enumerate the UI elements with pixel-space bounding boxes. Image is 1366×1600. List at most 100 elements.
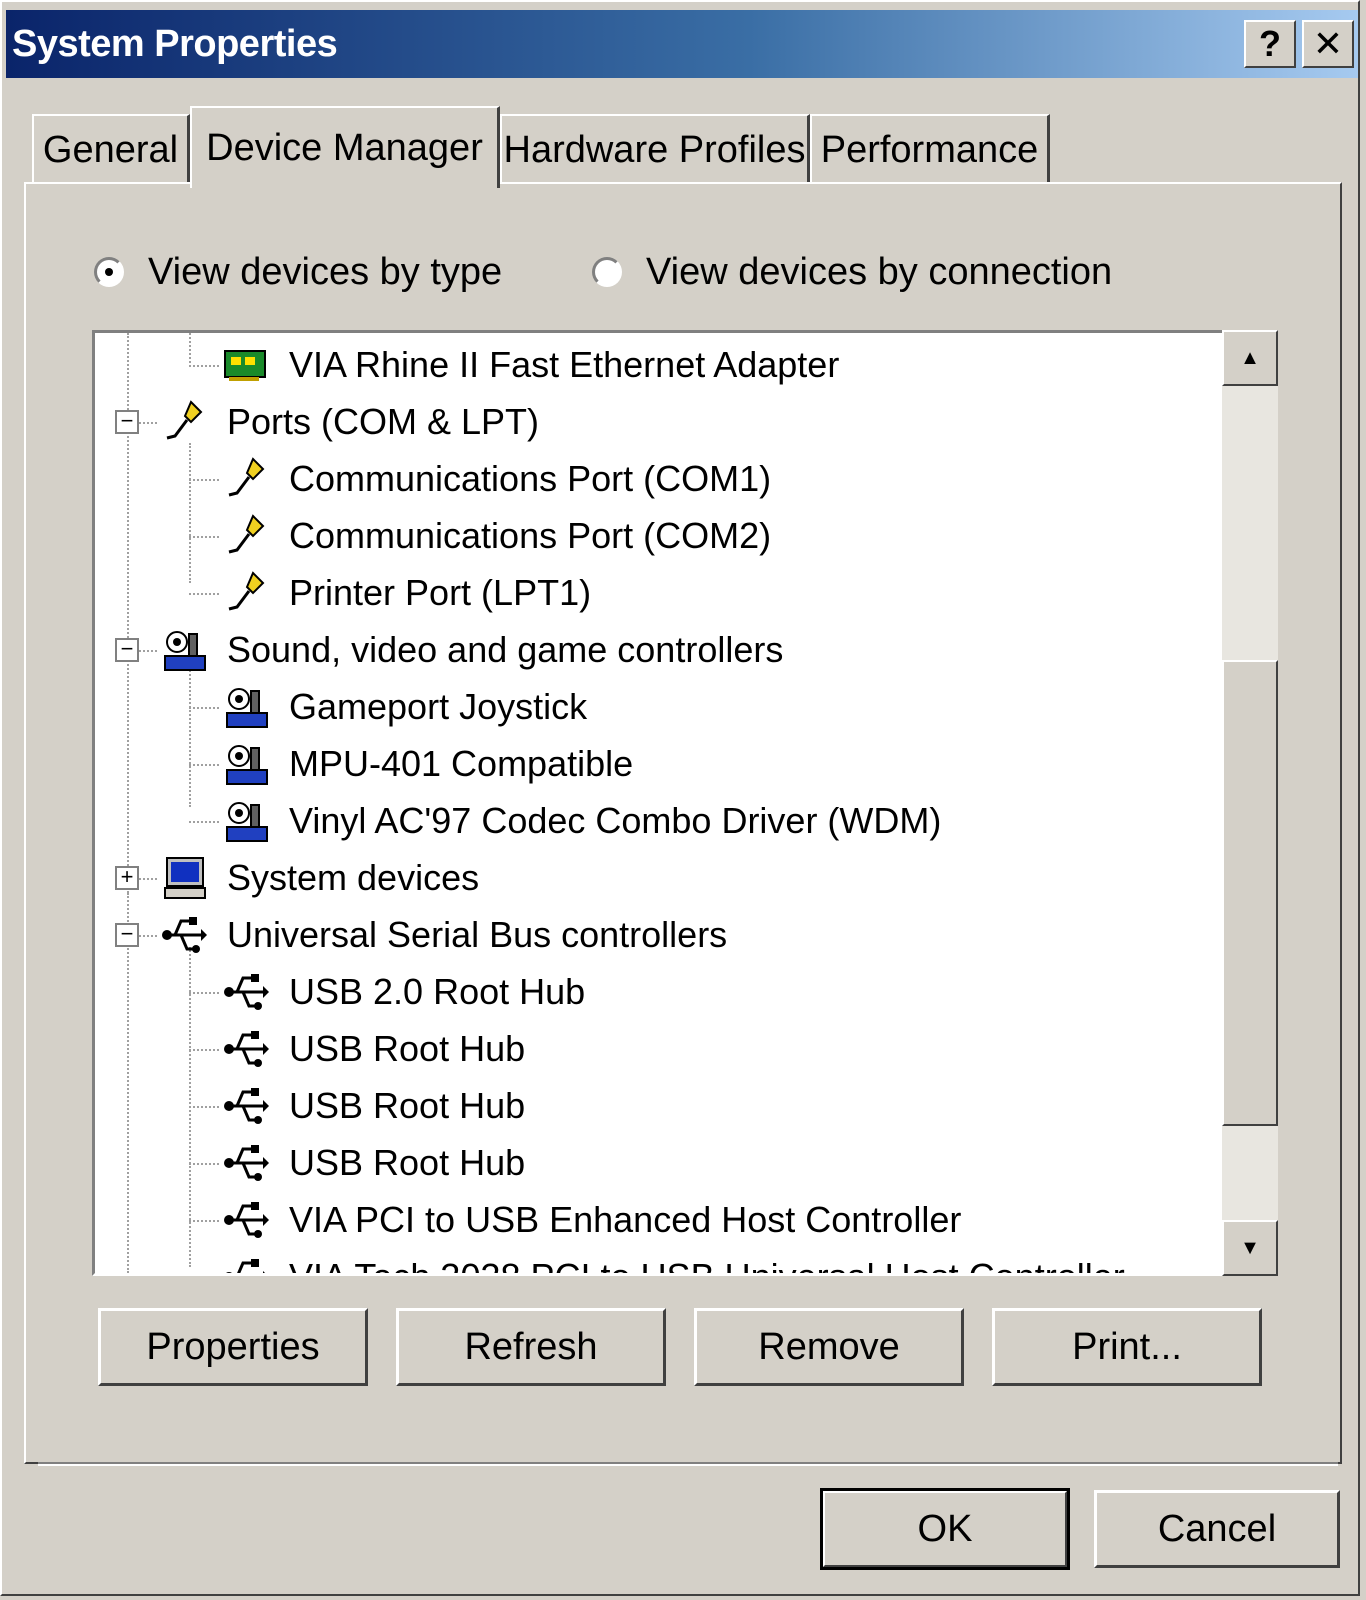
- tree-item-label: Ports (COM & LPT): [227, 401, 540, 442]
- tree-scrollbar[interactable]: ▲ ▼: [1222, 330, 1278, 1276]
- usb-icon: [223, 968, 271, 1016]
- expand-icon[interactable]: +: [115, 866, 139, 890]
- tree-device-row[interactable]: VIA Tech 3038 PCI to USB Universal Host …: [223, 1249, 1125, 1273]
- cancel-button[interactable]: Cancel: [1094, 1490, 1340, 1568]
- sound-controller-icon: [223, 683, 271, 731]
- view-by-connection-label: View devices by connection: [646, 250, 1113, 293]
- tree-device-row[interactable]: USB Root Hub: [223, 1135, 525, 1191]
- tree-device-row[interactable]: MPU-401 Compatible: [223, 736, 633, 792]
- port-plug-icon: [223, 512, 271, 560]
- port-plug-icon: [223, 569, 271, 617]
- tree-device-row[interactable]: Communications Port (COM1): [223, 451, 771, 507]
- tree-connector-line: [189, 593, 219, 595]
- collapse-icon[interactable]: −: [115, 410, 139, 434]
- tab-performance[interactable]: Performance: [810, 114, 1050, 184]
- tab-general-label: General: [42, 128, 179, 171]
- system-properties-window: System Properties ? ✕ General Device Man…: [0, 0, 1360, 1596]
- ok-button[interactable]: OK: [820, 1488, 1070, 1570]
- tree-item-label: Vinyl AC'97 Codec Combo Driver (WDM): [289, 800, 942, 841]
- tree-item-label: VIA Rhine II Fast Ethernet Adapter: [289, 344, 840, 385]
- tree-item-label: Printer Port (LPT1): [289, 572, 592, 613]
- sound-controller-icon: [223, 740, 271, 788]
- view-by-type-radio[interactable]: [94, 257, 124, 287]
- tree-item-label: Communications Port (COM1): [289, 458, 772, 499]
- view-by-type-option[interactable]: View devices by type: [94, 246, 502, 298]
- usb-icon: [223, 1139, 271, 1187]
- device-tree[interactable]: VIA Rhine II Fast Ethernet Adapter Ports …: [92, 330, 1278, 1276]
- usb-icon: [223, 1196, 271, 1244]
- view-by-connection-radio[interactable]: [592, 257, 622, 287]
- tree-device-row[interactable]: USB Root Hub: [223, 1021, 525, 1077]
- tab-general[interactable]: General: [32, 114, 190, 184]
- usb-icon: [161, 911, 209, 959]
- tab-device-manager-label: Device Manager: [206, 126, 483, 169]
- tree-item-label: USB Root Hub: [289, 1142, 526, 1183]
- tree-connector-line: [189, 479, 219, 481]
- tree-connector-line: [189, 1106, 219, 1108]
- tree-category-row[interactable]: System devices: [161, 850, 479, 906]
- help-button[interactable]: ?: [1244, 20, 1296, 68]
- tree-device-row[interactable]: Gameport Joystick: [223, 679, 587, 735]
- tree-item-label: USB Root Hub: [289, 1028, 526, 1069]
- tree-device-row[interactable]: VIA Rhine II Fast Ethernet Adapter: [223, 337, 839, 393]
- tree-item-label: Communications Port (COM2): [289, 515, 772, 556]
- tree-device-row[interactable]: USB 2.0 Root Hub: [223, 964, 585, 1020]
- tree-item-label: VIA Tech 3038 PCI to USB Universal Host …: [289, 1256, 1125, 1273]
- tree-connector-line: [189, 1220, 219, 1222]
- usb-icon: [223, 1025, 271, 1073]
- collapse-icon[interactable]: −: [115, 638, 139, 662]
- refresh-button[interactable]: Refresh: [396, 1308, 666, 1386]
- tree-connector-line: [189, 992, 219, 994]
- close-button[interactable]: ✕: [1302, 20, 1354, 68]
- tree-device-row[interactable]: Printer Port (LPT1): [223, 565, 591, 621]
- network-adapter-icon: [223, 341, 271, 389]
- tree-connector-line: [189, 1049, 219, 1051]
- window-title: System Properties: [12, 22, 338, 65]
- scroll-up-button[interactable]: ▲: [1222, 330, 1278, 386]
- tab-hardware-profiles[interactable]: Hardware Profiles: [500, 114, 810, 184]
- tree-item-label: USB Root Hub: [289, 1085, 526, 1126]
- tree-connector-line: [189, 667, 191, 807]
- tree-connector-line: [189, 707, 219, 709]
- tree-item-label: Universal Serial Bus controllers: [227, 914, 728, 955]
- tree-connector-line: [189, 764, 219, 766]
- properties-button[interactable]: Properties: [98, 1308, 368, 1386]
- collapse-icon[interactable]: −: [115, 923, 139, 947]
- tree-connector-line: [189, 821, 219, 823]
- tree-category-row[interactable]: Universal Serial Bus controllers: [161, 907, 727, 963]
- tree-device-row[interactable]: VIA PCI to USB Enhanced Host Controller: [223, 1192, 961, 1248]
- sound-controller-icon: [223, 797, 271, 845]
- tree-category-row[interactable]: Ports (COM & LPT): [161, 394, 539, 450]
- tab-device-manager[interactable]: Device Manager: [190, 106, 500, 188]
- tree-item-label: MPU-401 Compatible: [289, 743, 634, 784]
- tab-performance-label: Performance: [820, 128, 1039, 171]
- tree-device-row[interactable]: Vinyl AC'97 Codec Combo Driver (WDM): [223, 793, 941, 849]
- scroll-down-button[interactable]: ▼: [1222, 1220, 1278, 1276]
- port-plug-icon: [161, 398, 209, 446]
- tree-item-label: System devices: [227, 857, 480, 898]
- tree-category-row[interactable]: Sound, video and game controllers: [161, 622, 783, 678]
- view-by-type-label: View devices by type: [148, 250, 503, 293]
- tree-device-row[interactable]: USB Root Hub: [223, 1078, 525, 1134]
- view-by-connection-option[interactable]: View devices by connection: [592, 246, 1112, 298]
- remove-button[interactable]: Remove: [694, 1308, 964, 1386]
- print-button[interactable]: Print...: [992, 1308, 1262, 1386]
- tree-connector-line: [189, 536, 219, 538]
- usb-icon: [223, 1253, 271, 1273]
- usb-icon: [223, 1082, 271, 1130]
- tree-connector-line: [189, 365, 219, 367]
- tree-connector-line: [127, 893, 129, 1273]
- tree-item-label: USB 2.0 Root Hub: [289, 971, 586, 1012]
- tree-connector-line: [189, 1163, 219, 1165]
- computer-icon: [161, 854, 209, 902]
- tree-device-row[interactable]: Communications Port (COM2): [223, 508, 771, 564]
- scroll-thumb[interactable]: [1222, 660, 1278, 1126]
- tree-connector-line: [189, 333, 191, 363]
- port-plug-icon: [223, 455, 271, 503]
- tree-connector-line: [189, 443, 191, 583]
- title-bar[interactable]: System Properties ? ✕: [6, 10, 1358, 78]
- tree-item-label: Sound, video and game controllers: [227, 629, 784, 670]
- dialog-separator: [38, 1462, 1338, 1466]
- tree-item-label: Gameport Joystick: [289, 686, 588, 727]
- tree-item-label: VIA PCI to USB Enhanced Host Controller: [289, 1199, 962, 1240]
